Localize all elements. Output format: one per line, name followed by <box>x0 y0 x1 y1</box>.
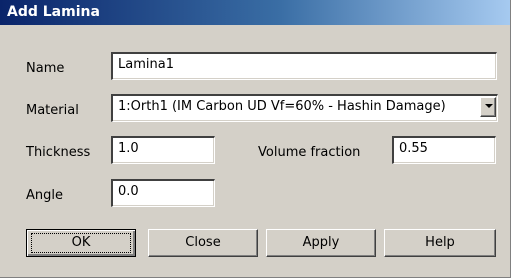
chevron-down-icon <box>485 104 493 108</box>
volume-fraction-input[interactable]: 0.55 <box>392 136 496 164</box>
material-label: Material <box>26 103 79 118</box>
thickness-label: Thickness <box>26 145 91 160</box>
name-input[interactable]: Lamina1 <box>111 52 497 80</box>
focus-indicator <box>31 233 131 253</box>
angle-input-value: 0.0 <box>118 184 139 199</box>
ok-button[interactable]: OK <box>26 229 136 257</box>
dialog-title: Add Lamina <box>7 4 100 20</box>
material-select-value: 1:Orth1 (IM Carbon UD Vf=60% - Hashin Da… <box>118 99 446 114</box>
volume-fraction-label: Volume fraction <box>258 145 361 160</box>
angle-input[interactable]: 0.0 <box>111 179 215 207</box>
title-bar[interactable]: Add Lamina <box>0 0 510 25</box>
volume-fraction-input-value: 0.55 <box>399 141 428 156</box>
close-button-label: Close <box>185 235 221 250</box>
material-dropdown-button[interactable] <box>480 97 496 117</box>
thickness-input[interactable]: 1.0 <box>111 136 215 164</box>
name-input-value: Lamina1 <box>118 57 174 72</box>
apply-button-label: Apply <box>302 235 340 250</box>
thickness-input-value: 1.0 <box>118 141 139 156</box>
add-lamina-dialog: Add Lamina Name Lamina1 Material 1:Orth1… <box>0 0 511 278</box>
name-label: Name <box>26 61 65 76</box>
material-select[interactable]: 1:Orth1 (IM Carbon UD Vf=60% - Hashin Da… <box>111 94 498 122</box>
help-button[interactable]: Help <box>384 229 496 257</box>
apply-button[interactable]: Apply <box>266 229 376 257</box>
angle-label: Angle <box>26 188 63 203</box>
close-button[interactable]: Close <box>148 229 258 257</box>
help-button-label: Help <box>425 235 455 250</box>
